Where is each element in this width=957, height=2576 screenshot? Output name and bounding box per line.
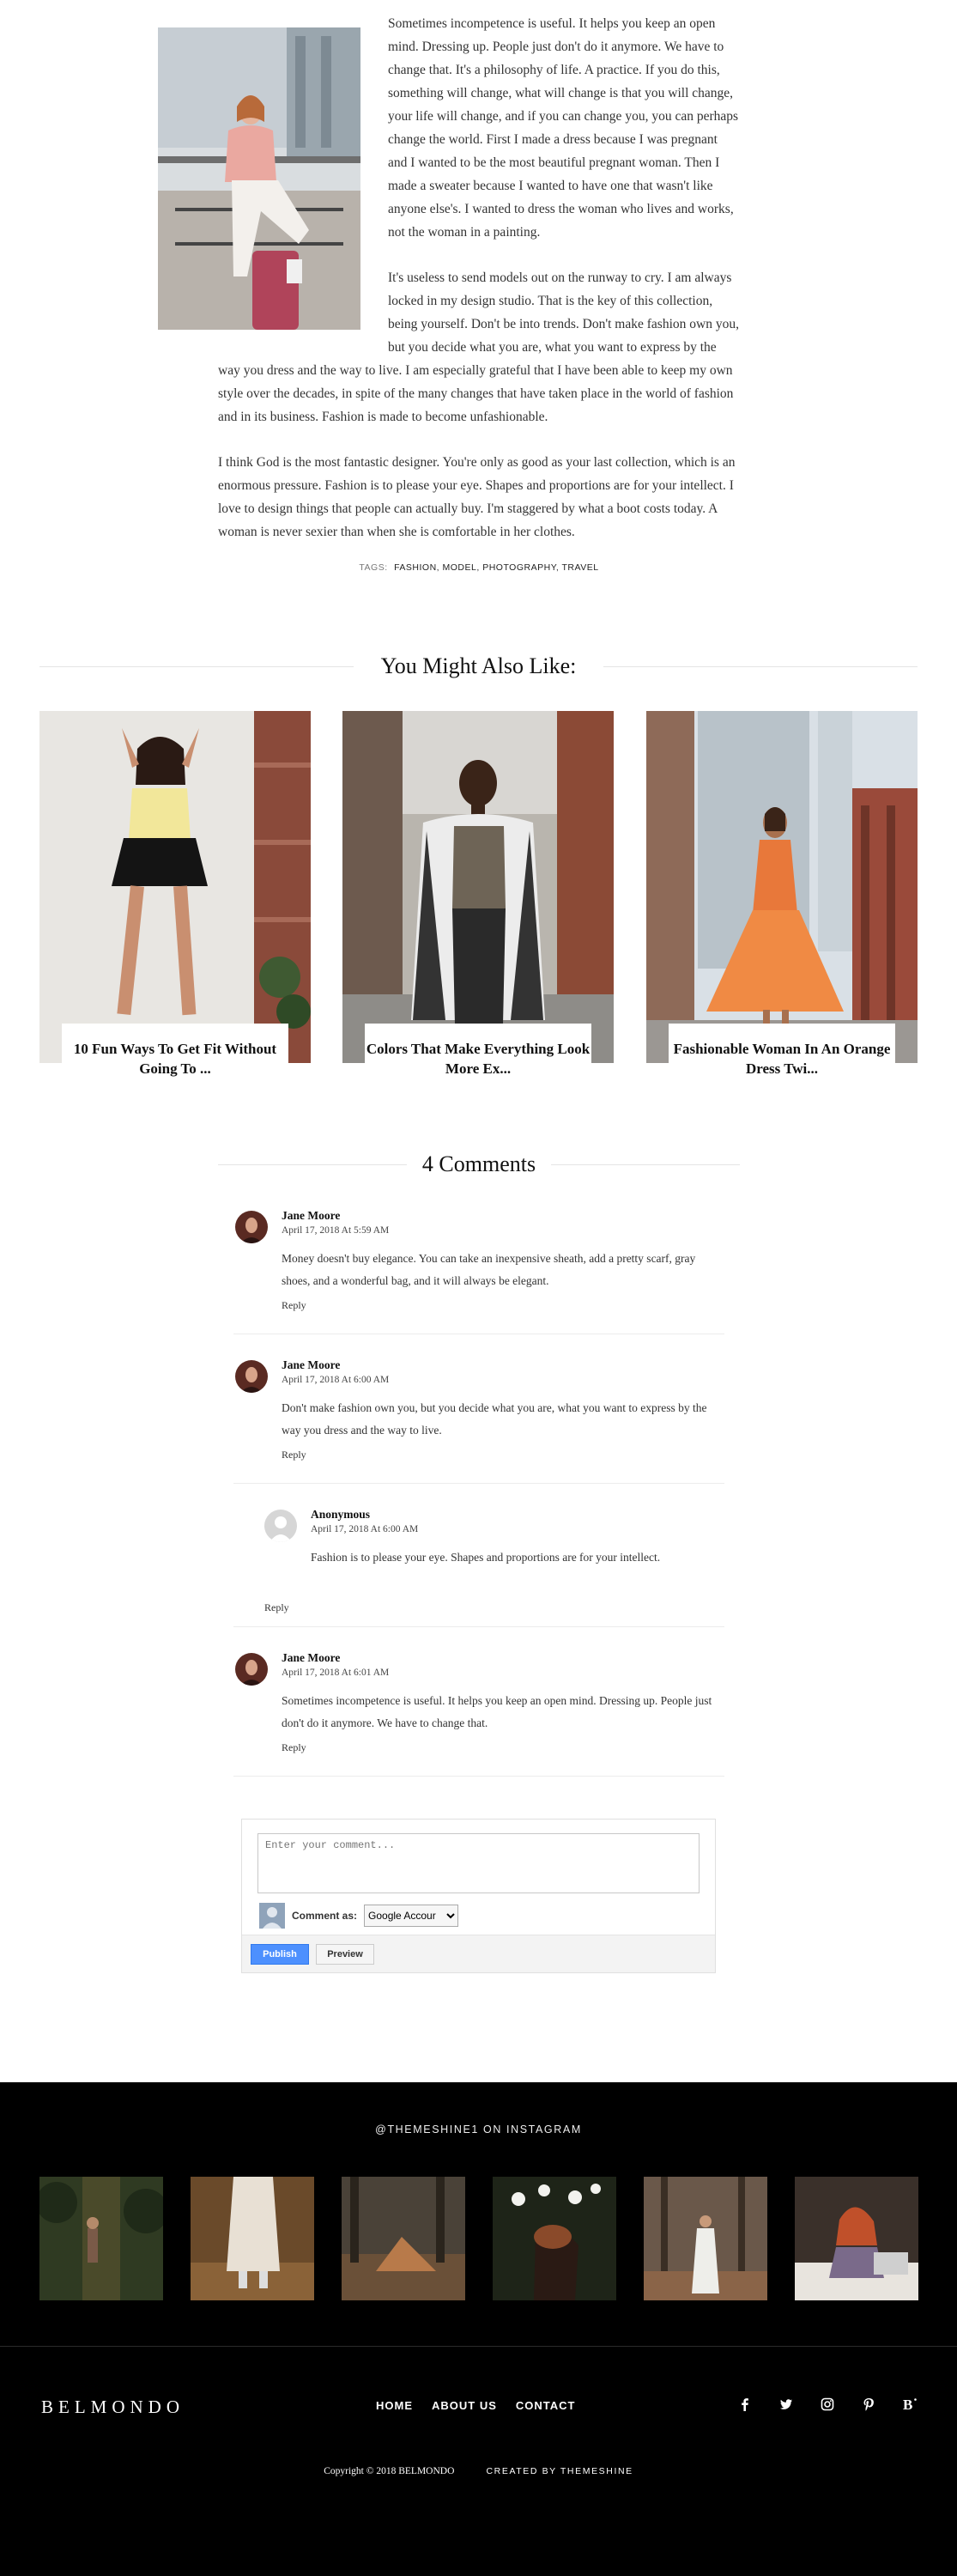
comment-author[interactable]: Anonymous (311, 1508, 724, 1522)
account-select[interactable]: Google Accour (364, 1905, 459, 1927)
anonymous-avatar (264, 1510, 297, 1542)
reply-link[interactable]: Reply (282, 1449, 306, 1461)
instagram-icon[interactable] (820, 2397, 835, 2412)
related-post-title[interactable]: Colors That Make Everything Look More Ex… (365, 1024, 591, 1089)
blogger-icon[interactable]: B (902, 2397, 918, 2413)
footer-nav-contact[interactable]: CONTACT (516, 2399, 576, 2412)
social-links: B (737, 2397, 918, 2413)
user-avatar (259, 1903, 285, 1929)
publish-button[interactable]: Publish (251, 1944, 309, 1965)
related-post-card[interactable]: Colors That Make Everything Look More Ex… (342, 711, 614, 1089)
comment: Jane Moore April 17, 2018 At 5:59 AM Mon… (233, 1185, 724, 1334)
comment-author[interactable]: Jane Moore (282, 1209, 724, 1223)
footer-nav-home[interactable]: HOME (376, 2399, 413, 2412)
related-post-card[interactable]: Fashionable Woman In An Orange Dress Twi… (646, 711, 918, 1089)
tag-link[interactable]: MODEL (443, 562, 477, 573)
comment-author[interactable]: Jane Moore (282, 1651, 724, 1665)
related-post-image[interactable] (646, 711, 918, 1063)
footer-divider (0, 2346, 957, 2347)
instagram-photo[interactable] (342, 2177, 465, 2300)
twitter-icon[interactable] (778, 2397, 794, 2412)
comment-author[interactable]: Jane Moore (282, 1358, 724, 1372)
comment-reply: Anonymous April 17, 2018 At 6:00 AM Fash… (263, 1484, 724, 1589)
comments-heading: 4 Comments (421, 1151, 536, 1176)
related-post-image[interactable] (39, 711, 311, 1063)
form-button-bar: Publish Preview (242, 1935, 715, 1972)
tags-label: TAGS: (359, 562, 388, 573)
related-heading: You Might Also Like: (380, 653, 577, 678)
facebook-icon[interactable] (737, 2397, 753, 2412)
comment-form: Comment as: Google Accour Publish Previe… (241, 1819, 716, 1973)
related-posts: 10 Fun Ways To Get Fit Without Going To … (39, 711, 918, 1089)
instagram-photo[interactable] (795, 2177, 918, 2300)
comment-text: Fashion is to please your eye. Shapes an… (311, 1551, 661, 1564)
instagram-title[interactable]: @THEMESHINE1 ON INSTAGRAM (0, 2123, 957, 2136)
instagram-photo[interactable] (493, 2177, 616, 2300)
comment-date[interactable]: April 17, 2018 At 6:00 AM (311, 1524, 724, 1534)
footer-nav: HOME ABOUT US CONTACT (376, 2399, 575, 2412)
reply-link[interactable]: Reply (282, 1299, 306, 1312)
footer-bottom: Copyright © 2018 BELMONDO CREATED BY THE… (0, 2466, 957, 2476)
comment: Jane Moore April 17, 2018 At 6:01 AM Som… (233, 1627, 724, 1777)
reply-link[interactable]: Reply (282, 1741, 306, 1754)
instagram-grid (39, 2177, 918, 2300)
comment-date[interactable]: April 17, 2018 At 5:59 AM (282, 1225, 724, 1236)
copyright-text: Copyright © 2018 BELMONDO (324, 2466, 455, 2476)
instagram-photo[interactable] (39, 2177, 163, 2300)
tag-link[interactable]: FASHION (394, 562, 437, 573)
instagram-photo[interactable] (644, 2177, 767, 2300)
related-heading-block: You Might Also Like: (39, 649, 918, 683)
avatar (235, 1211, 268, 1243)
comment-text: Don't make fashion own you, but you deci… (282, 1401, 707, 1437)
footer-nav-about[interactable]: ABOUT US (432, 2399, 497, 2412)
related-post-title[interactable]: 10 Fun Ways To Get Fit Without Going To … (62, 1024, 288, 1089)
pinterest-icon[interactable] (861, 2397, 876, 2412)
footer-logo[interactable]: BELMONDO (41, 2397, 185, 2418)
comments-heading-block: 4 Comments (218, 1147, 740, 1182)
post-tags: TAGS: FASHION, MODEL, PHOTOGRAPHY, TRAVE… (359, 562, 599, 573)
avatar (235, 1653, 268, 1686)
avatar (235, 1360, 268, 1393)
credit-link[interactable]: CREATED BY THEMESHINE (486, 2466, 633, 2476)
related-post-card[interactable]: 10 Fun Ways To Get Fit Without Going To … (39, 711, 311, 1089)
article-image (158, 27, 360, 330)
preview-button[interactable]: Preview (316, 1944, 374, 1965)
comment-input[interactable] (257, 1833, 700, 1893)
comment-as-label: Comment as: (292, 1910, 358, 1922)
instagram-photo[interactable] (191, 2177, 314, 2300)
comment: Jane Moore April 17, 2018 At 6:00 AM Don… (233, 1334, 724, 1484)
related-post-title[interactable]: Fashionable Woman In An Orange Dress Twi… (669, 1024, 895, 1089)
article-paragraph: I think God is the most fantastic design… (218, 455, 736, 539)
comment-text: Money doesn't buy elegance. You can take… (282, 1252, 696, 1287)
article-body: Sometimes incompetence is useful. It hel… (158, 12, 740, 573)
thread-reply-link[interactable]: Reply (233, 1589, 724, 1627)
comment-date[interactable]: April 17, 2018 At 6:01 AM (282, 1668, 724, 1678)
comment-date[interactable]: April 17, 2018 At 6:00 AM (282, 1375, 724, 1385)
comment-text: Sometimes incompetence is useful. It hel… (282, 1694, 712, 1729)
footer: @THEMESHINE1 ON INSTAGRAM BELMONDO HOME … (0, 2082, 957, 2576)
svg-text:B: B (903, 2397, 912, 2412)
comment-as-row: Comment as: Google Accour (259, 1902, 459, 1929)
tag-link[interactable]: TRAVEL (562, 562, 599, 573)
tag-link[interactable]: PHOTOGRAPHY (482, 562, 556, 573)
comment-list: Jane Moore April 17, 2018 At 5:59 AM Mon… (233, 1185, 724, 1777)
related-post-image[interactable] (342, 711, 614, 1063)
